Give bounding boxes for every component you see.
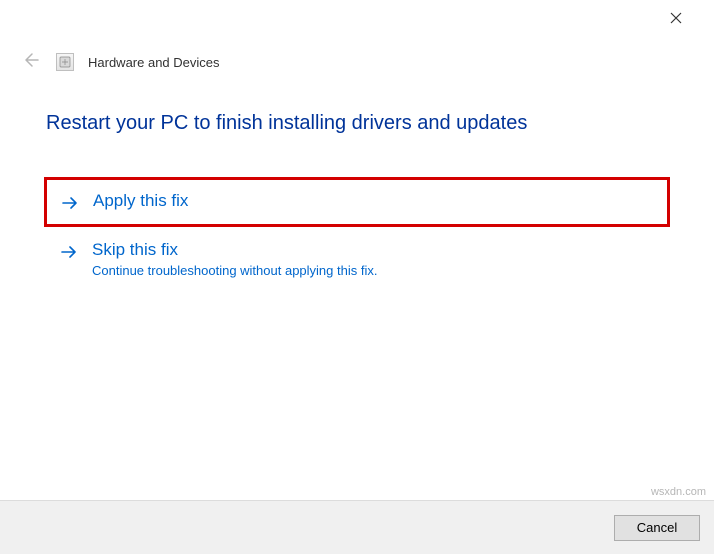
arrow-left-icon — [21, 51, 39, 74]
page-title: Hardware and Devices — [88, 55, 220, 70]
skip-fix-desc: Continue troubleshooting without applyin… — [92, 263, 377, 278]
watermark: wsxdn.com — [651, 486, 706, 498]
skip-fix-text: Skip this fix Continue troubleshooting w… — [92, 239, 377, 278]
arrow-right-icon — [59, 192, 81, 214]
back-button — [18, 50, 42, 74]
heading: Restart your PC to finish installing dri… — [46, 112, 668, 135]
apply-fix-label: Apply this fix — [93, 190, 188, 212]
titlebar — [0, 0, 714, 40]
footer: Cancel — [0, 500, 714, 554]
apply-fix-option[interactable]: Apply this fix — [46, 179, 668, 225]
skip-fix-label: Skip this fix — [92, 239, 377, 261]
cancel-button[interactable]: Cancel — [614, 515, 700, 541]
skip-fix-option[interactable]: Skip this fix Continue troubleshooting w… — [46, 233, 668, 284]
close-button[interactable] — [656, 5, 696, 35]
main-content: Restart your PC to finish installing dri… — [0, 74, 714, 284]
troubleshooter-icon — [56, 53, 74, 71]
breadcrumb-header: Hardware and Devices — [0, 40, 714, 74]
apply-fix-text: Apply this fix — [93, 190, 188, 212]
close-icon — [670, 11, 682, 29]
arrow-right-icon — [58, 241, 80, 263]
